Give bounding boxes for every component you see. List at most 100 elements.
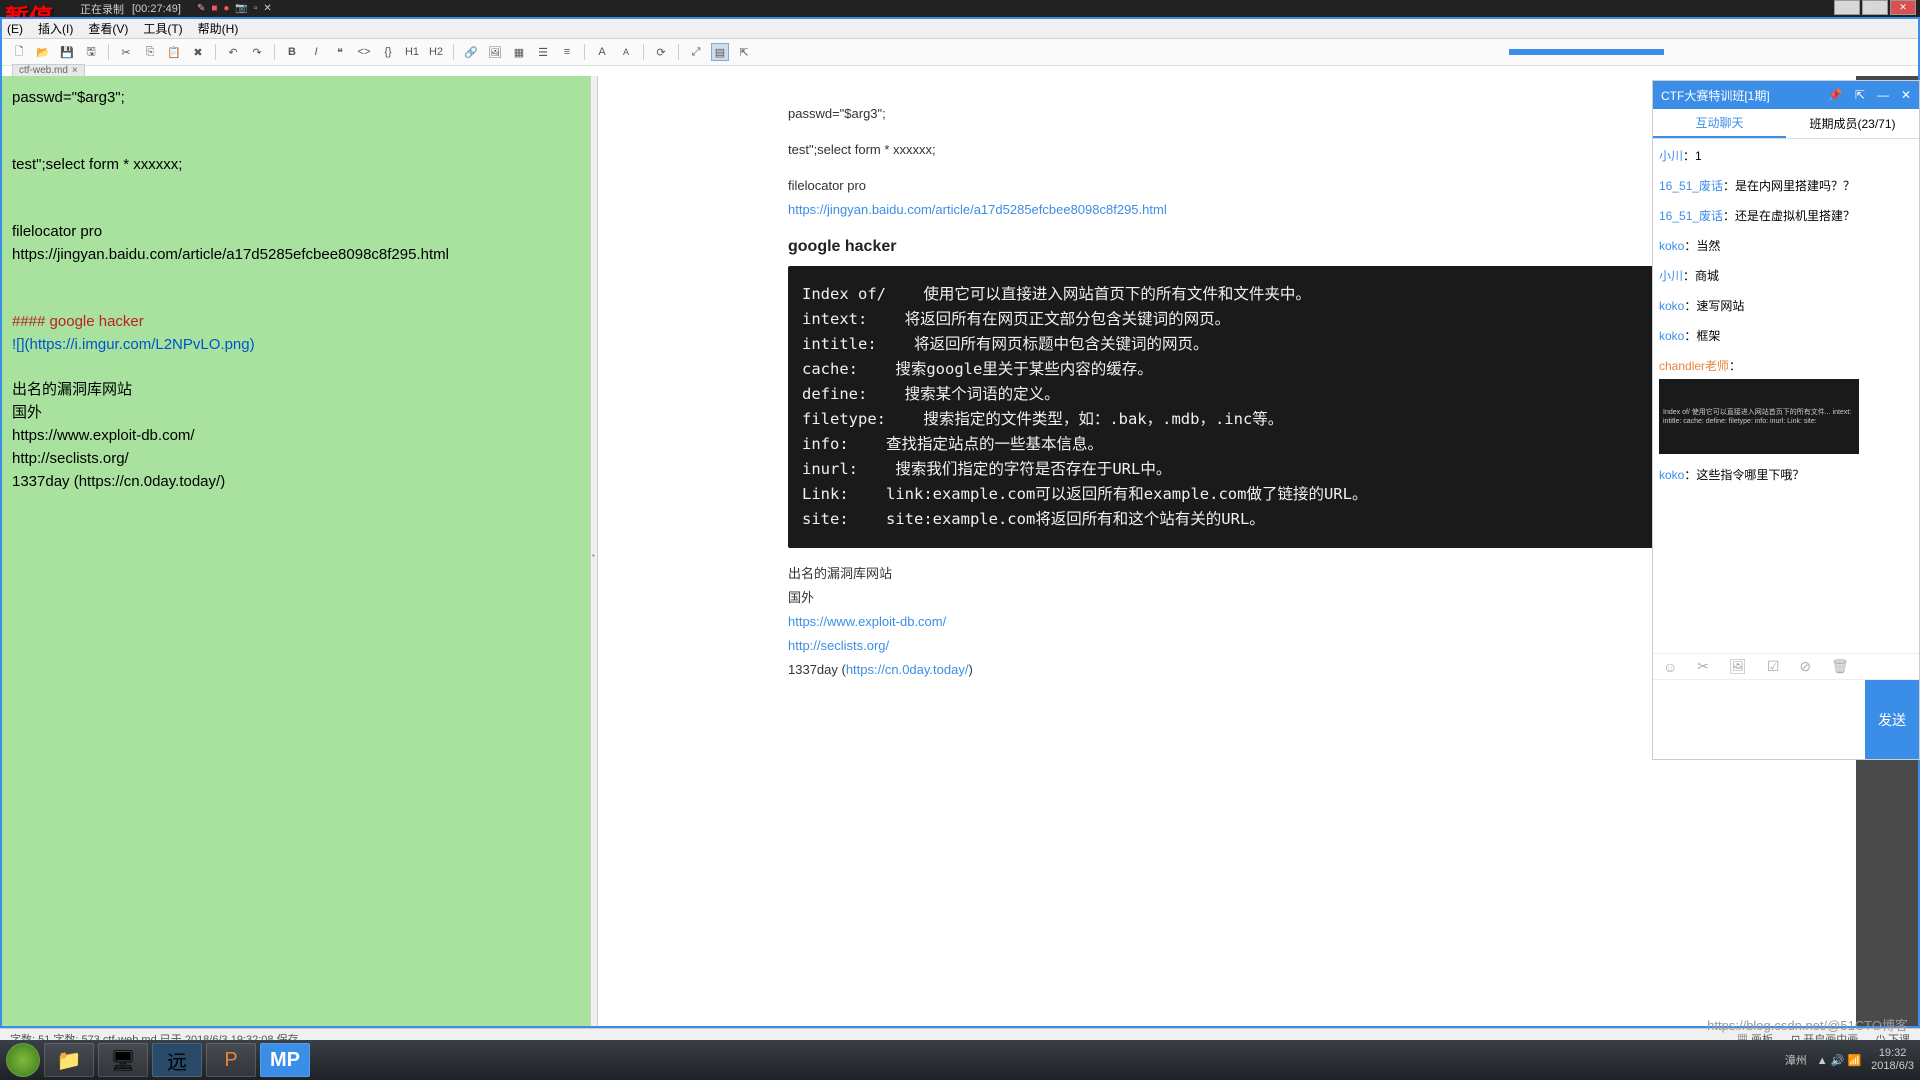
chat-tabs: 互动聊天 班期成员(23/71) bbox=[1653, 109, 1919, 139]
menu-edit[interactable]: (E) bbox=[7, 22, 23, 36]
redo-icon[interactable]: ↷ bbox=[248, 43, 266, 61]
mp-icon[interactable]: MP bbox=[260, 1043, 310, 1077]
open-icon[interactable]: 📂 bbox=[34, 43, 52, 61]
image-chat-icon[interactable]: 🖼 bbox=[1729, 658, 1747, 675]
splitter[interactable] bbox=[590, 76, 598, 1026]
italic-icon[interactable]: I bbox=[307, 43, 325, 61]
preview-line: 1337day (https://cn.0day.today/) bbox=[788, 660, 1666, 680]
chat-message: koko：框架 bbox=[1659, 327, 1913, 345]
codeblock-icon[interactable]: {} bbox=[379, 43, 397, 61]
link-icon[interactable]: 🔗 bbox=[462, 43, 480, 61]
export-icon[interactable]: ⇱ bbox=[735, 43, 753, 61]
save-as-icon[interactable]: 🖫 bbox=[82, 43, 100, 61]
file-tab[interactable]: ctf-web.md × bbox=[12, 64, 85, 76]
trash-icon[interactable]: 🗑 bbox=[1831, 658, 1849, 675]
chat-message: chandler老师：Index of/ 使用它可以直接进入网站首页下的所有文件… bbox=[1659, 357, 1913, 454]
system-tray: 漳州 ▲ 🔊 📶 19:32 2018/6/3 bbox=[1785, 1047, 1914, 1073]
chat-image[interactable]: Index of/ 使用它可以直接进入网站首页下的所有文件... intext:… bbox=[1659, 379, 1859, 454]
bold-icon[interactable]: B bbox=[283, 43, 301, 61]
toolbar: 🗋 📂 💾 🖫 ✂ ⎘ 📋 ✖ ↶ ↷ B I ❝ <> {} H1 H2 🔗 … bbox=[2, 39, 1918, 66]
explorer-icon[interactable]: 📁 bbox=[44, 1043, 94, 1077]
edit-icon[interactable]: ✎ bbox=[197, 3, 205, 14]
refresh-icon[interactable]: ⟳ bbox=[652, 43, 670, 61]
recording-controls: ✎ ■ ● 📷 ▫ ✕ bbox=[197, 3, 272, 14]
min-icon[interactable]: — bbox=[1877, 88, 1889, 102]
tab-chat[interactable]: 互动聊天 bbox=[1653, 109, 1786, 138]
chat-message: 小川：商城 bbox=[1659, 267, 1913, 285]
popout-icon[interactable]: ⇱ bbox=[1855, 88, 1865, 102]
menu-bar: (E) 插入(I) 查看(V) 工具(T) 帮助(H) bbox=[2, 19, 1918, 39]
ppt-icon[interactable]: P bbox=[206, 1043, 256, 1077]
tab-close-icon[interactable]: × bbox=[72, 65, 78, 76]
check-icon[interactable]: ☑ bbox=[1767, 658, 1780, 675]
pin-icon[interactable]: 📌 bbox=[1828, 88, 1843, 102]
tab-label: ctf-web.md bbox=[19, 65, 68, 76]
expand-icon[interactable]: ▫ bbox=[254, 3, 258, 14]
list-icon[interactable]: ☰ bbox=[534, 43, 552, 61]
preview-line: 出名的漏洞库网站 bbox=[788, 564, 1666, 584]
chat-header: CTF大赛特训班[1期] 📌 ⇱ — ✕ bbox=[1653, 81, 1919, 109]
close-button[interactable]: ✕ bbox=[1890, 0, 1916, 15]
menu-view[interactable]: 查看(V) bbox=[88, 20, 128, 37]
delete-icon[interactable]: ✖ bbox=[189, 43, 207, 61]
chat-toolbar: ☺ ✂ 🖼 ☑ ⊘ 🗑 bbox=[1653, 653, 1919, 679]
h1-icon[interactable]: H1 bbox=[403, 43, 421, 61]
chat-message: koko：这些指令哪里下哦？ bbox=[1659, 466, 1913, 484]
menu-tools[interactable]: 工具(T) bbox=[143, 20, 182, 37]
preview-link[interactable]: http://seclists.org/ bbox=[788, 638, 889, 653]
preview-line: test";select form * xxxxxx; bbox=[788, 140, 1666, 160]
maximize-button[interactable]: ❐ bbox=[1862, 0, 1888, 15]
tray-icons[interactable]: ▲ 🔊 📶 bbox=[1817, 1054, 1861, 1067]
image-icon[interactable]: 🖼 bbox=[486, 43, 504, 61]
menu-help[interactable]: 帮助(H) bbox=[198, 20, 239, 37]
chat-message: 16_51_废话：是在内网里搭建吗？？ bbox=[1659, 177, 1913, 195]
paste-icon[interactable]: 📋 bbox=[165, 43, 183, 61]
chat-panel: CTF大赛特训班[1期] 📌 ⇱ — ✕ 互动聊天 班期成员(23/71) 小川… bbox=[1652, 80, 1920, 760]
preview-link[interactable]: https://jingyan.baidu.com/article/a17d52… bbox=[788, 202, 1167, 217]
preview-toggle-icon[interactable]: ▤ bbox=[711, 43, 729, 61]
quote-icon[interactable]: ❝ bbox=[331, 43, 349, 61]
font-down-icon[interactable]: A bbox=[617, 43, 635, 61]
tray-location: 漳州 bbox=[1785, 1052, 1807, 1068]
preview-heading: google hacker bbox=[788, 238, 1666, 256]
chat-message: 小川：1 bbox=[1659, 147, 1913, 165]
block-icon[interactable]: ⊘ bbox=[1799, 658, 1811, 675]
close-rec-icon[interactable]: ✕ bbox=[263, 3, 271, 14]
minimize-button[interactable]: — bbox=[1834, 0, 1860, 15]
code-block: Index of/ 使用它可以直接进入网站首页下的所有文件和文件夹中。 inte… bbox=[788, 266, 1666, 548]
close-chat-icon[interactable]: ✕ bbox=[1901, 88, 1911, 102]
tray-date: 2018/6/3 bbox=[1871, 1060, 1914, 1073]
vm-icon[interactable]: 🖥 bbox=[98, 1043, 148, 1077]
preview-link[interactable]: https://www.exploit-db.com/ bbox=[788, 614, 946, 629]
copy-icon[interactable]: ⎘ bbox=[141, 43, 159, 61]
chat-input[interactable] bbox=[1653, 680, 1865, 759]
expand-icon[interactable]: ⤢ bbox=[687, 43, 705, 61]
taskbar: 📁 🖥 远 P MP 漳州 ▲ 🔊 📶 19:32 2018/6/3 bbox=[0, 1040, 1920, 1080]
start-button[interactable] bbox=[6, 1043, 40, 1077]
menu-insert[interactable]: 插入(I) bbox=[38, 20, 73, 37]
cut-icon[interactable]: ✂ bbox=[117, 43, 135, 61]
table-icon[interactable]: ▦ bbox=[510, 43, 528, 61]
new-file-icon[interactable]: 🗋 bbox=[10, 43, 28, 61]
tab-members[interactable]: 班期成员(23/71) bbox=[1786, 109, 1919, 138]
undo-icon[interactable]: ↶ bbox=[224, 43, 242, 61]
ol-icon[interactable]: ≡ bbox=[558, 43, 576, 61]
recording-status: 正在录制 bbox=[80, 1, 124, 17]
app1-icon[interactable]: 远 bbox=[152, 1043, 202, 1077]
chat-title: CTF大赛特训班[1期] bbox=[1661, 87, 1770, 104]
record-icon[interactable]: ■ bbox=[211, 3, 217, 14]
split-view: passwd="$arg3"; test";select form * xxxx… bbox=[2, 76, 1918, 1026]
camera-icon[interactable]: 📷 bbox=[235, 3, 247, 14]
save-icon[interactable]: 💾 bbox=[58, 43, 76, 61]
markdown-editor[interactable]: passwd="$arg3"; test";select form * xxxx… bbox=[2, 76, 590, 1026]
emoji-icon[interactable]: ☺ bbox=[1663, 659, 1677, 675]
preview-line: 国外 bbox=[788, 588, 1666, 608]
stop-icon[interactable]: ● bbox=[223, 3, 229, 14]
preview-line: passwd="$arg3"; bbox=[788, 104, 1666, 124]
h2-icon[interactable]: H2 bbox=[427, 43, 445, 61]
font-up-icon[interactable]: A bbox=[593, 43, 611, 61]
send-button[interactable]: 发送 bbox=[1865, 680, 1919, 759]
scissors-icon[interactable]: ✂ bbox=[1697, 658, 1709, 675]
preview-link[interactable]: https://cn.0day.today/ bbox=[846, 662, 969, 677]
code-icon[interactable]: <> bbox=[355, 43, 373, 61]
